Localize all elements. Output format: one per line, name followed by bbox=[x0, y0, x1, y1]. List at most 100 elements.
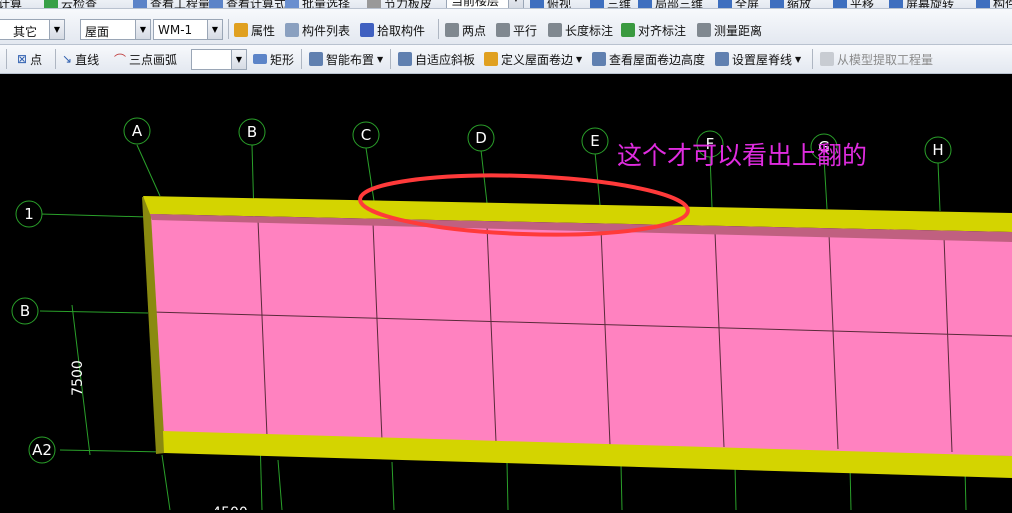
slab-icon bbox=[367, 0, 381, 8]
axis-top-A-label: A bbox=[132, 122, 143, 140]
slope-icon bbox=[398, 52, 412, 66]
dimension-horizontal: 4500 bbox=[212, 505, 248, 510]
properties-button[interactable]: 属性 bbox=[234, 20, 275, 40]
component-list-button[interactable]: 构件列表 bbox=[285, 20, 350, 40]
axis-top-H-label: H bbox=[932, 141, 943, 159]
arc-icon: ⌒ bbox=[114, 52, 127, 67]
rotate-button[interactable]: 屏幕旋转 bbox=[889, 0, 954, 8]
component-select[interactable]: WM-1 ▼ bbox=[153, 19, 223, 40]
define-roof-edge-button[interactable]: 定义屋面卷边 ▼ bbox=[484, 49, 582, 69]
slab-button[interactable]: 节力板皮 bbox=[367, 0, 432, 8]
align-dim-button[interactable]: 对齐标注 bbox=[621, 20, 686, 40]
local-3d-button[interactable]: 局部三维 bbox=[638, 0, 703, 8]
extract-quantities-button[interactable]: 从模型提取工程量 bbox=[820, 49, 933, 69]
properties-icon bbox=[234, 23, 248, 37]
point-icon: ⊠ bbox=[17, 52, 28, 66]
parallel-button[interactable]: 平行 bbox=[496, 20, 537, 40]
axis-left-A2-label: A2 bbox=[32, 441, 52, 459]
align-dimension-icon bbox=[621, 23, 635, 37]
roof-edge-icon bbox=[484, 52, 498, 66]
calc-button[interactable]: 计算 bbox=[0, 0, 22, 8]
parallel-icon bbox=[496, 23, 510, 37]
separator bbox=[6, 49, 7, 69]
rectangle-icon bbox=[253, 54, 267, 64]
separator bbox=[55, 49, 56, 69]
height-icon bbox=[592, 52, 606, 66]
toolbar-row-1: 其它 ▼ 屋面 ▼ WM-1 ▼ 属性 构件列表 拾取构件 两点 平行 长度标注 对齐… bbox=[0, 9, 1012, 45]
component-button[interactable]: 构件 bbox=[976, 0, 1012, 8]
view-icon bbox=[530, 0, 544, 8]
point-button[interactable]: ⊠ 点 bbox=[17, 49, 42, 69]
zoom-button[interactable]: 缩放 bbox=[770, 0, 811, 8]
chevron-down-icon: ▼ bbox=[508, 0, 523, 8]
separator bbox=[812, 49, 813, 69]
measure-icon bbox=[697, 23, 711, 37]
extract-icon bbox=[820, 52, 834, 66]
line-icon: ↘ bbox=[62, 52, 73, 66]
layer-select[interactable]: 屋面 ▼ bbox=[80, 19, 151, 40]
floor-select[interactable]: 当前楼层▼ bbox=[446, 0, 524, 8]
chevron-down-icon: ▼ bbox=[576, 54, 583, 64]
pan-icon bbox=[833, 0, 847, 8]
toolbar-top-partial: 计算 云检查 查看工程量 查看计算式 批量选择 节力板皮 当前楼层▼ 俯视 三维… bbox=[0, 0, 1012, 9]
check-icon bbox=[44, 0, 58, 8]
axis-top-B-label: B bbox=[247, 123, 257, 141]
component-icon bbox=[976, 0, 990, 8]
zoom-icon bbox=[770, 0, 784, 8]
view-quantity-button[interactable]: 查看工程量 bbox=[133, 0, 210, 8]
measure-distance-button[interactable]: 测量距离 bbox=[697, 20, 762, 40]
view-roof-edge-height-button[interactable]: 查看屋面卷边高度 bbox=[592, 49, 705, 69]
fullscreen-icon bbox=[718, 0, 732, 8]
rotate-icon bbox=[889, 0, 903, 8]
chevron-down-icon: ▼ bbox=[231, 50, 246, 69]
cloud-check-button[interactable]: 云检查 bbox=[44, 0, 97, 8]
top-view-button[interactable]: 俯视 bbox=[530, 0, 571, 8]
separator bbox=[228, 19, 229, 39]
chevron-down-icon: ▼ bbox=[377, 54, 384, 64]
quantity-icon bbox=[133, 0, 147, 8]
arc-button[interactable]: ⌒ 三点画弧 bbox=[114, 49, 177, 69]
two-points-icon bbox=[445, 23, 459, 37]
chevron-down-icon: ▼ bbox=[795, 54, 802, 64]
annotation-text: 这个才可以看出上翻的 bbox=[617, 141, 868, 170]
formula-icon bbox=[209, 0, 223, 8]
batch-select-icon bbox=[285, 0, 299, 8]
axis-left-B-label: B bbox=[20, 302, 30, 320]
axis-top-C-label: C bbox=[361, 126, 371, 144]
separator bbox=[390, 49, 391, 69]
category-select[interactable]: 其它 ▼ bbox=[0, 19, 65, 40]
chevron-down-icon: ▼ bbox=[207, 20, 222, 39]
cube-icon bbox=[590, 0, 604, 8]
pick-icon bbox=[360, 23, 374, 37]
axis-top-E-label: E bbox=[590, 132, 599, 150]
pan-button[interactable]: 平移 bbox=[833, 0, 874, 8]
two-points-button[interactable]: 两点 bbox=[445, 20, 486, 40]
chevron-down-icon: ▼ bbox=[49, 20, 64, 39]
length-dim-button[interactable]: 长度标注 bbox=[548, 20, 613, 40]
roof-slab[interactable] bbox=[150, 214, 1012, 456]
left-axis-bubbles: 1 B A2 bbox=[11, 200, 56, 464]
line-button[interactable]: ↘ 直线 bbox=[62, 49, 99, 69]
adaptive-slope-button[interactable]: 自适应斜板 bbox=[398, 49, 475, 69]
axis-left-1-label: 1 bbox=[24, 205, 34, 223]
view-formula-button[interactable]: 查看计算式 bbox=[209, 0, 286, 8]
separator bbox=[438, 19, 439, 39]
toolbar-row-2: 选择 ⊠点 ↘直线 ⌒三点画弧 ▼ 矩形 智能布置▼ 自适应斜板 定义屋面卷边▼… bbox=[0, 45, 1012, 74]
local-cube-icon bbox=[638, 0, 652, 8]
ridge-icon bbox=[715, 52, 729, 66]
set-roof-ridge-button[interactable]: 设置屋脊线 ▼ bbox=[715, 49, 801, 69]
smart-layout-icon bbox=[309, 52, 323, 66]
pick-component-button[interactable]: 拾取构件 bbox=[360, 20, 425, 40]
fullscreen-button[interactable]: 全屏 bbox=[718, 0, 759, 8]
dimension-icon bbox=[548, 23, 562, 37]
smart-layout-button[interactable]: 智能布置 ▼ bbox=[309, 49, 383, 69]
batch-select-button[interactable]: 批量选择 bbox=[285, 0, 350, 8]
dimension-vertical: 7500 bbox=[70, 360, 86, 396]
axis-top-D-label: D bbox=[475, 129, 487, 147]
3d-button[interactable]: 三维 bbox=[590, 0, 631, 8]
arc-mode-select[interactable]: ▼ bbox=[191, 49, 247, 70]
rectangle-button[interactable]: 矩形 bbox=[253, 49, 294, 69]
separator bbox=[301, 49, 302, 69]
list-icon bbox=[285, 23, 299, 37]
chevron-down-icon: ▼ bbox=[135, 20, 150, 39]
